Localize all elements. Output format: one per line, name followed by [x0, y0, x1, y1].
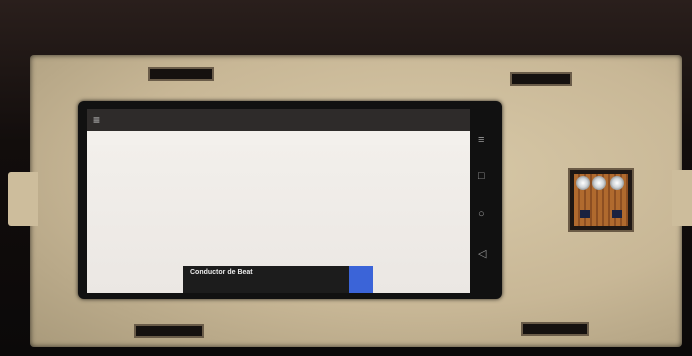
smartphone: ≡ Conductor de Beat ≡ □ ○ ◁ — [78, 101, 502, 299]
circuit-board — [574, 174, 628, 226]
circle-icon[interactable]: ○ — [478, 209, 485, 220]
slot-bottom-right — [521, 322, 589, 336]
enclosure-left-tab — [8, 172, 38, 226]
android-nav-bar: ≡ □ ○ ◁ — [472, 109, 500, 293]
led-icon — [576, 176, 590, 190]
app-bar: ≡ — [87, 109, 470, 131]
snackbar-title: Conductor de Beat — [190, 269, 253, 276]
slot-top-right — [510, 72, 572, 86]
chip-icon — [612, 210, 622, 218]
menu-lines-icon[interactable]: ≡ — [478, 135, 484, 146]
square-icon[interactable]: □ — [478, 171, 485, 182]
photo-scene: ≡ Conductor de Beat ≡ □ ○ ◁ — [0, 0, 692, 356]
menu-icon[interactable]: ≡ — [93, 114, 100, 126]
slot-top-left — [148, 67, 214, 81]
snackbar-action-button[interactable] — [349, 266, 373, 293]
slot-bottom-left — [134, 324, 204, 338]
phone-screen: ≡ Conductor de Beat — [87, 109, 470, 293]
led-module — [568, 168, 634, 232]
chip-icon — [580, 210, 590, 218]
enclosure-right-tab — [672, 170, 692, 226]
snackbar: Conductor de Beat — [183, 266, 373, 293]
triangle-back-icon[interactable]: ◁ — [478, 249, 486, 260]
led-icon — [592, 176, 606, 190]
time-ruler — [87, 131, 470, 146]
led-icon — [610, 176, 624, 190]
